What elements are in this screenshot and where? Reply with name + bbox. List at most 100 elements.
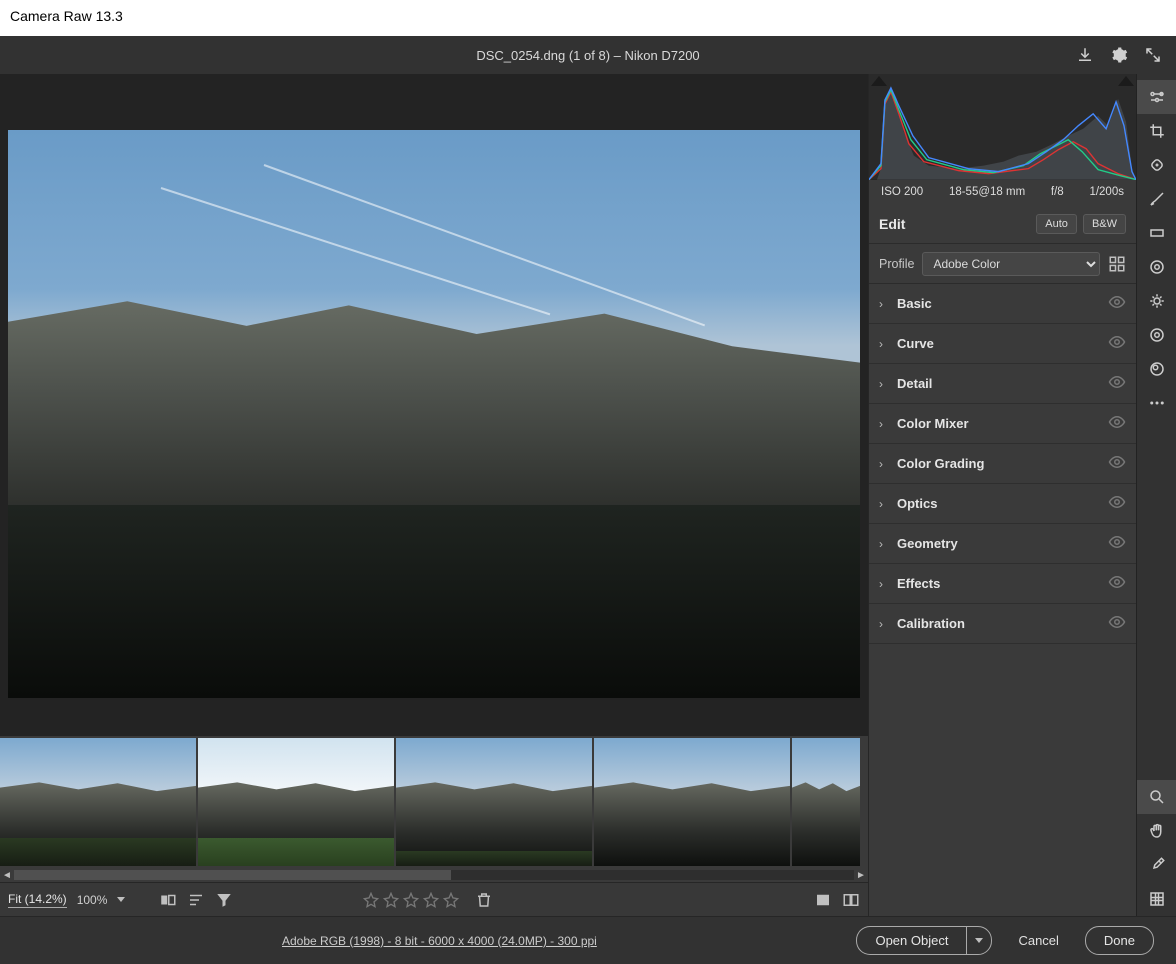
section-curve[interactable]: › Curve	[869, 324, 1136, 364]
more-icon[interactable]	[1137, 386, 1176, 420]
eye-icon[interactable]	[1108, 613, 1126, 634]
zoom-tool-icon[interactable]	[1137, 780, 1176, 814]
eye-icon[interactable]	[1108, 573, 1126, 594]
center-column: ◄ ► Fit (14.2%) 100%	[0, 74, 868, 916]
chevron-down-icon	[975, 938, 983, 943]
edit-panel: ISO 200 18-55@18 mm f/8 1/200s Edit Auto…	[868, 74, 1136, 916]
thumbnail-2[interactable]	[198, 738, 394, 866]
chevron-right-icon: ›	[879, 497, 887, 511]
profile-row: Profile Adobe Color	[869, 244, 1136, 284]
save-icon[interactable]	[1076, 46, 1094, 64]
single-view-icon[interactable]	[814, 891, 832, 909]
sort-icon[interactable]	[187, 891, 205, 909]
hand-tool-icon[interactable]	[1137, 814, 1176, 848]
section-color-grading[interactable]: › Color Grading	[869, 444, 1136, 484]
thumbnail-4[interactable]	[594, 738, 790, 866]
section-calibration[interactable]: › Calibration	[869, 604, 1136, 644]
exif-shutter: 1/200s	[1089, 186, 1124, 198]
scroll-right-icon[interactable]: ►	[854, 870, 868, 881]
crop-tool-icon[interactable]	[1137, 114, 1176, 148]
edit-tool-icon[interactable]	[1137, 80, 1176, 114]
image-preview[interactable]	[8, 130, 860, 698]
histogram[interactable]	[869, 74, 1136, 180]
brush-tool-icon[interactable]	[1137, 182, 1176, 216]
edit-label: Edit	[879, 216, 1030, 232]
camera-raw-app: DSC_0254.dng (1 of 8) – Nikon D7200	[0, 36, 1176, 964]
zoom-100[interactable]: 100%	[77, 893, 108, 907]
filter-icon[interactable]	[215, 891, 233, 909]
zoom-fit[interactable]: Fit (14.2%)	[8, 892, 67, 908]
cancel-button[interactable]: Cancel	[1004, 927, 1072, 954]
workflow-link[interactable]: Adobe RGB (1998) - 8 bit - 6000 x 4000 (…	[282, 934, 597, 948]
profile-browser-icon[interactable]	[1108, 255, 1126, 273]
open-button-group: Open Object	[856, 926, 992, 955]
section-optics[interactable]: › Optics	[869, 484, 1136, 524]
grid-icon[interactable]	[1137, 882, 1176, 916]
eye-icon[interactable]	[1108, 293, 1126, 314]
chevron-right-icon: ›	[879, 337, 887, 351]
topbar-actions	[1076, 46, 1176, 64]
open-button[interactable]: Open Object	[856, 926, 966, 955]
before-after-icon[interactable]	[159, 891, 177, 909]
chevron-right-icon: ›	[879, 417, 887, 431]
star-icon	[423, 892, 439, 908]
edit-header: Edit Auto B&W	[869, 204, 1136, 244]
eye-icon[interactable]	[1108, 533, 1126, 554]
profile-label: Profile	[879, 257, 914, 271]
eye-icon[interactable]	[1108, 453, 1126, 474]
scrollbar-handle[interactable]	[14, 870, 451, 880]
zoom-dropdown[interactable]	[117, 897, 125, 902]
thumbnail-5[interactable]	[792, 738, 860, 866]
radial-gradient-icon[interactable]	[1137, 250, 1176, 284]
heal-tool-icon[interactable]	[1137, 148, 1176, 182]
thumbnail-3[interactable]	[396, 738, 592, 866]
chevron-right-icon: ›	[879, 577, 887, 591]
scroll-left-icon[interactable]: ◄	[0, 870, 14, 881]
redeye-tool-icon[interactable]	[1137, 284, 1176, 318]
color-sampler-icon[interactable]	[1137, 848, 1176, 882]
fullscreen-icon[interactable]	[1144, 46, 1162, 64]
rating-stars[interactable]	[363, 892, 459, 908]
section-detail[interactable]: › Detail	[869, 364, 1136, 404]
linear-gradient-icon[interactable]	[1137, 216, 1176, 250]
eye-icon[interactable]	[1108, 333, 1126, 354]
star-icon	[403, 892, 419, 908]
star-icon	[363, 892, 379, 908]
snapshot-tool-icon[interactable]	[1137, 318, 1176, 352]
compare-view-icon[interactable]	[842, 891, 860, 909]
chevron-right-icon: ›	[879, 537, 887, 551]
filmstrip[interactable]	[0, 736, 868, 868]
chevron-down-icon	[117, 897, 125, 902]
preview-area	[0, 74, 868, 736]
done-button[interactable]: Done	[1085, 926, 1154, 955]
trash-icon[interactable]	[475, 891, 493, 909]
open-dropdown[interactable]	[966, 926, 992, 955]
exif-iso: ISO 200	[881, 186, 923, 198]
presets-tool-icon[interactable]	[1137, 352, 1176, 386]
tool-rail	[1136, 74, 1176, 916]
auto-button[interactable]: Auto	[1036, 214, 1077, 234]
exif-aperture: f/8	[1051, 186, 1064, 198]
profile-select[interactable]: Adobe Color	[922, 252, 1100, 276]
bottom-toolbar: Fit (14.2%) 100%	[0, 882, 868, 916]
bw-button[interactable]: B&W	[1083, 214, 1126, 234]
thumbnail-1[interactable]	[0, 738, 196, 866]
chevron-right-icon: ›	[879, 457, 887, 471]
main-body: ◄ ► Fit (14.2%) 100%	[0, 74, 1176, 916]
chevron-right-icon: ›	[879, 377, 887, 391]
filmstrip-scrollbar[interactable]: ◄ ►	[0, 868, 868, 882]
top-bar: DSC_0254.dng (1 of 8) – Nikon D7200	[0, 36, 1176, 74]
star-icon	[383, 892, 399, 908]
chevron-right-icon: ›	[879, 617, 887, 631]
section-geometry[interactable]: › Geometry	[869, 524, 1136, 564]
eye-icon[interactable]	[1108, 413, 1126, 434]
section-basic[interactable]: › Basic	[869, 284, 1136, 324]
eye-icon[interactable]	[1108, 493, 1126, 514]
exif-readout: ISO 200 18-55@18 mm f/8 1/200s	[869, 180, 1136, 204]
section-color-mixer[interactable]: › Color Mixer	[869, 404, 1136, 444]
gear-icon[interactable]	[1110, 46, 1128, 64]
file-title: DSC_0254.dng (1 of 8) – Nikon D7200	[0, 48, 1176, 63]
eye-icon[interactable]	[1108, 373, 1126, 394]
section-effects[interactable]: › Effects	[869, 564, 1136, 604]
window-title: Camera Raw 13.3	[0, 0, 1176, 36]
